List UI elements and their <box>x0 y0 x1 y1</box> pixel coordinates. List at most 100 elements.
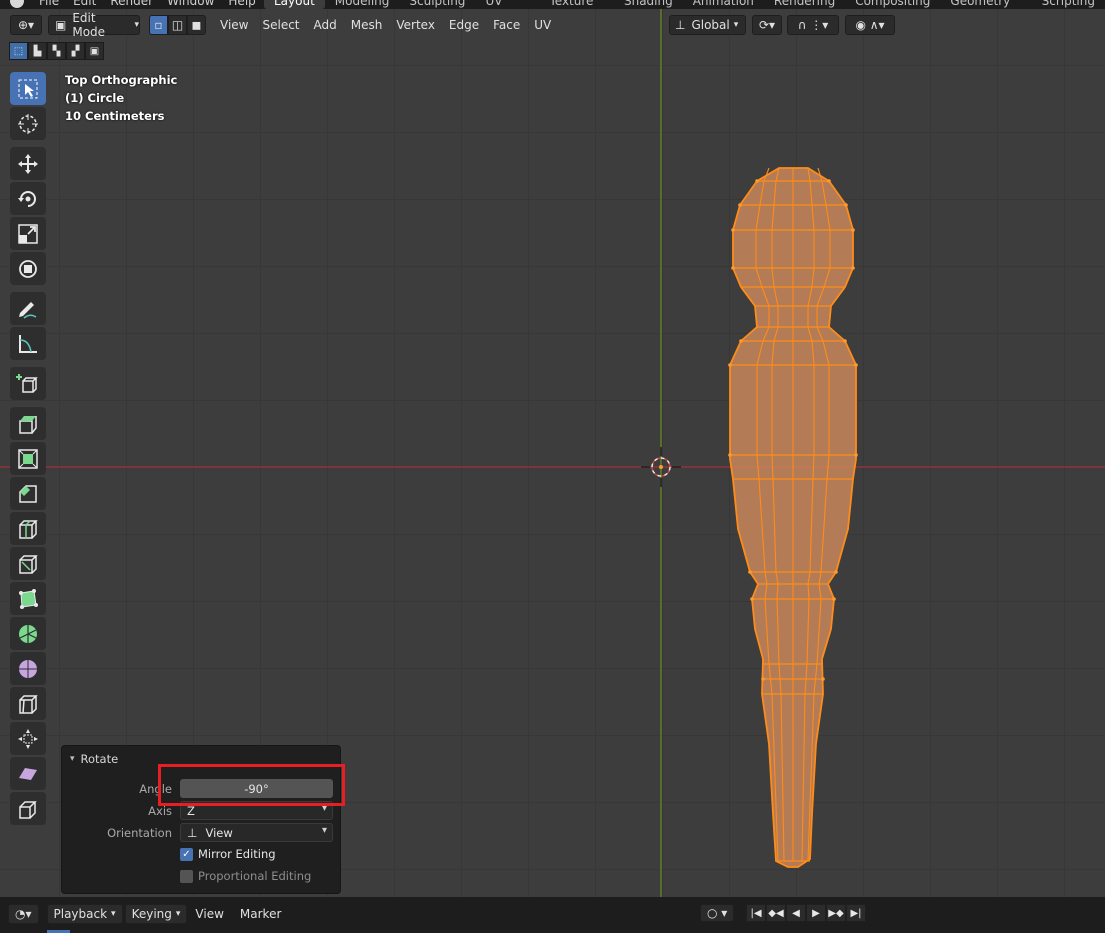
jump-start-icon: |◀ <box>750 907 762 919</box>
tool-knife[interactable] <box>10 547 46 580</box>
menu-select[interactable]: Select <box>255 15 306 35</box>
menu-uv[interactable]: UV <box>527 15 558 35</box>
tool-smooth[interactable] <box>10 652 46 685</box>
tool-transform[interactable] <box>10 252 46 285</box>
menu-help[interactable]: Help <box>221 0 262 8</box>
3d-cursor-icon[interactable] <box>641 447 681 487</box>
mesh-object[interactable] <box>728 167 858 868</box>
tool-cursor[interactable] <box>10 107 46 140</box>
tool-rotate[interactable] <box>10 182 46 215</box>
face-select-button[interactable]: ◼ <box>187 15 206 35</box>
annotate-icon <box>19 301 37 319</box>
tab-modeling[interactable]: Modeling <box>325 0 400 9</box>
poly-build-icon <box>19 588 38 609</box>
tab-texture-paint[interactable]: Texture Paint <box>539 0 613 9</box>
prev-keyframe-button[interactable]: ◆◀ <box>766 904 786 922</box>
tool-select-box[interactable] <box>10 72 46 105</box>
blender-logo-icon[interactable] <box>10 0 24 8</box>
tool-shrink-fatten[interactable] <box>10 722 46 755</box>
edit-mode-icon: ▣ <box>55 18 67 32</box>
panel-header[interactable]: ▾ Rotate <box>70 752 118 766</box>
select-mode-toggle: ▫ ◫ ◼ <box>149 15 206 35</box>
orientation-row: Orientation ⊥ View ▾ <box>62 823 342 843</box>
axis-label: Axis <box>148 804 172 818</box>
select-new-icon: ⬚ <box>13 45 24 57</box>
tool-poly-build[interactable] <box>10 582 46 615</box>
chevron-down-icon: ▾ <box>733 20 739 30</box>
annotation-highlight-box <box>158 764 345 806</box>
tool-rip-region[interactable] <box>10 792 46 825</box>
tool-spin[interactable] <box>10 617 46 650</box>
tab-rendering[interactable]: Rendering <box>764 0 845 9</box>
tab-layout[interactable]: Layout <box>264 0 325 9</box>
editor-type-button[interactable]: ⊕▾ <box>10 15 42 35</box>
tab-sculpting[interactable]: Sculpting <box>399 0 475 9</box>
menu-window[interactable]: Window <box>160 0 221 8</box>
vertex-select-button[interactable]: ▫ <box>149 15 168 35</box>
select-subtract-button[interactable]: ▚ <box>47 42 66 60</box>
menu-file[interactable]: File <box>32 0 66 8</box>
view-name-label: Top Orthographic <box>65 73 178 87</box>
tool-measure[interactable] <box>10 327 46 360</box>
workspace-tabs: Layout Modeling Sculpting UV Editing Tex… <box>264 0 1105 9</box>
edge-slide-icon <box>19 694 38 714</box>
tab-shading[interactable]: Shading <box>614 0 683 9</box>
menu-face[interactable]: Face <box>486 15 527 35</box>
mode-dropdown[interactable]: ▣ Edit Mode ▾ <box>48 11 140 39</box>
mirror-row: ✓ Mirror Editing <box>62 845 342 865</box>
orientation-dropdown[interactable]: ⊥ View ▾ <box>180 823 333 842</box>
menu-mesh[interactable]: Mesh <box>344 15 390 35</box>
play-reverse-button[interactable]: ◀ <box>786 904 806 922</box>
tab-geometry-nodes[interactable]: Geometry Nodes <box>940 0 1031 9</box>
orientation-icon: ⊥ <box>675 18 686 32</box>
select-extend-button[interactable]: ▙ <box>28 42 47 60</box>
tool-add-cube[interactable] <box>10 367 46 400</box>
tab-uv-editing[interactable]: UV Editing <box>475 0 539 9</box>
tool-edge-slide[interactable] <box>10 687 46 720</box>
tool-bevel[interactable] <box>10 477 46 510</box>
tool-loop-cut[interactable] <box>10 512 46 545</box>
tool-annotate[interactable] <box>10 292 46 325</box>
pivot-point-button[interactable]: ⟳▾ <box>752 15 782 35</box>
jump-start-button[interactable]: |◀ <box>746 904 766 922</box>
snap-button[interactable]: ∩ ⋮▾ <box>787 15 839 35</box>
keying-dropdown[interactable]: Keying ▾ <box>124 904 188 924</box>
tab-compositing[interactable]: Compositing <box>845 0 940 9</box>
select-new-button[interactable]: ⬚ <box>9 42 28 60</box>
playback-controls: |◀ ◆◀ ◀ ▶ ▶◆ ▶| <box>746 904 866 922</box>
menu-render[interactable]: Render <box>103 0 160 8</box>
mirror-editing-checkbox[interactable]: ✓ Mirror Editing <box>180 847 276 861</box>
timeline-view-menu[interactable]: View <box>187 907 231 921</box>
shear-icon <box>19 767 37 780</box>
transform-orientation-dropdown[interactable]: ⊥ Global ▾ <box>669 15 746 35</box>
menu-edge[interactable]: Edge <box>442 15 486 35</box>
auto-keying-button[interactable]: ○ ▾ <box>700 904 735 922</box>
select-subtract-icon: ▚ <box>52 45 61 57</box>
timeline-marker-menu[interactable]: Marker <box>232 907 289 921</box>
extrude-region-icon <box>19 415 37 434</box>
tool-extrude-region[interactable] <box>10 407 46 440</box>
tool-inset-faces[interactable] <box>10 442 46 475</box>
orientation-axes-icon: ⊥ <box>187 825 198 840</box>
loop-cut-icon <box>19 519 38 539</box>
timeline-editor-type-button[interactable]: ◔▾ <box>8 904 39 924</box>
proportional-editing-checkbox[interactable]: Proportional Editing <box>180 869 311 883</box>
tool-scale[interactable] <box>10 217 46 250</box>
menu-view[interactable]: View <box>213 15 255 35</box>
menu-add[interactable]: Add <box>307 15 344 35</box>
tab-animation[interactable]: Animation <box>683 0 764 9</box>
select-intersect-button[interactable]: ▣ <box>85 42 104 60</box>
select-invert-button[interactable]: ▞ <box>66 42 85 60</box>
menu-edit[interactable]: Edit <box>66 0 103 8</box>
play-button[interactable]: ▶ <box>806 904 826 922</box>
edge-select-button[interactable]: ◫ <box>168 15 187 35</box>
inset-faces-icon <box>18 448 38 469</box>
tab-scripting[interactable]: Scripting <box>1032 0 1105 9</box>
next-keyframe-button[interactable]: ▶◆ <box>826 904 846 922</box>
tool-move[interactable] <box>10 147 46 180</box>
jump-end-button[interactable]: ▶| <box>846 904 866 922</box>
proportional-edit-button[interactable]: ◉ ∧▾ <box>845 15 895 35</box>
playback-dropdown[interactable]: Playback ▾ <box>46 904 123 924</box>
menu-vertex[interactable]: Vertex <box>389 15 442 35</box>
tool-shear[interactable] <box>10 757 46 790</box>
